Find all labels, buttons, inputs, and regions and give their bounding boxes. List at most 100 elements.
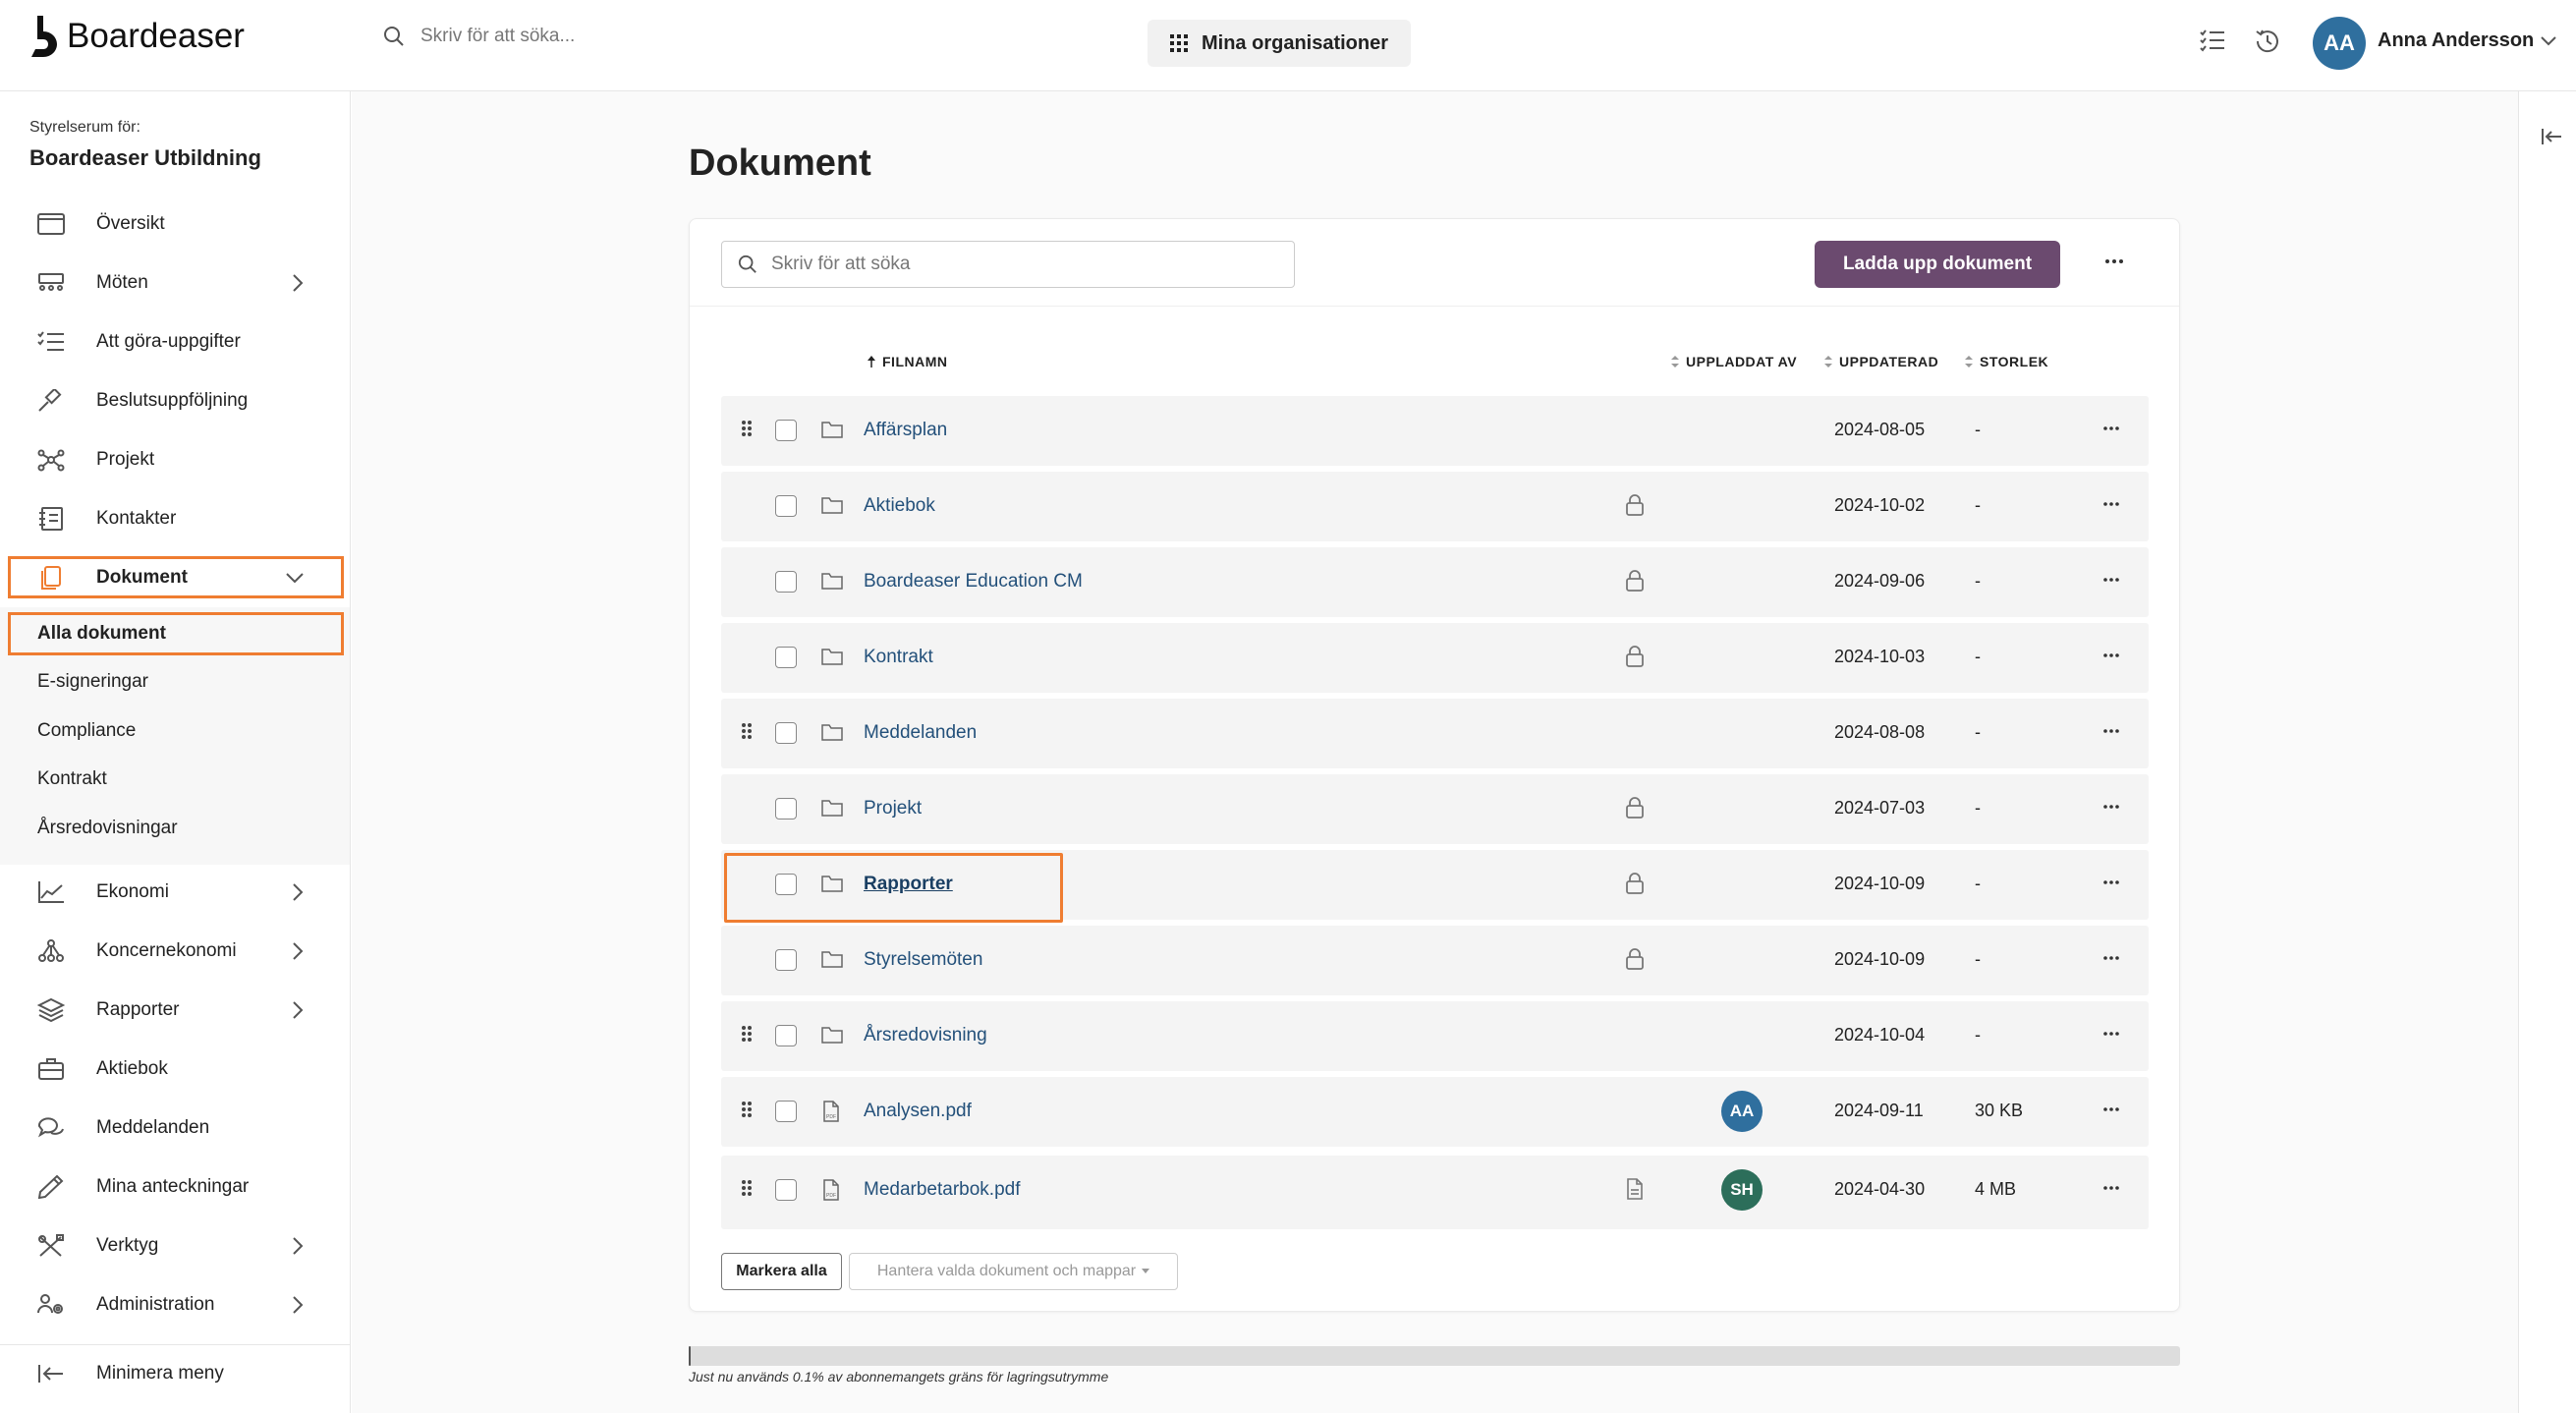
row-checkbox[interactable] xyxy=(775,495,797,517)
row-more-icon[interactable] xyxy=(2103,1106,2119,1112)
drag-handle-icon[interactable] xyxy=(741,1101,753,1118)
sidebar-subitem-alla-dokument[interactable]: Alla dokument xyxy=(8,612,344,655)
storage-bar xyxy=(689,1346,2180,1366)
file-size: - xyxy=(1975,722,1981,742)
table-row[interactable]: Projekt 2024-07-03 - xyxy=(721,774,2149,844)
user-avatar[interactable]: AA xyxy=(2313,17,2366,70)
table-row[interactable]: Affärsplan 2024-08-05 - xyxy=(721,396,2149,466)
file-name-link[interactable]: Medarbetarbok.pdf xyxy=(864,1179,1021,1201)
row-checkbox[interactable] xyxy=(775,1101,797,1122)
sidebar-item-administration[interactable]: Administration xyxy=(8,1283,344,1327)
sidebar-item-projekt[interactable]: Projekt xyxy=(8,438,344,481)
folder-icon xyxy=(821,724,843,741)
uploader-avatar[interactable]: SH xyxy=(1721,1169,1763,1211)
sidebar-item-aktiebok[interactable]: Aktiebok xyxy=(8,1047,344,1091)
sidebar-item-rapporter[interactable]: Rapporter xyxy=(8,989,344,1032)
row-more-icon[interactable] xyxy=(2103,501,2119,507)
column-header-uploaded-by[interactable]: UPPLADDAT AV xyxy=(1670,354,1797,369)
tasks-icon[interactable] xyxy=(2199,28,2226,55)
file-name-link[interactable]: Styrelsemöten xyxy=(864,949,982,971)
drag-handle-icon[interactable] xyxy=(741,420,753,437)
row-more-icon[interactable] xyxy=(2103,804,2119,810)
pdf-file-icon: PDF xyxy=(823,1101,839,1122)
document-search-input[interactable]: Skriv för att söka xyxy=(721,241,1295,288)
row-more-icon[interactable] xyxy=(2103,955,2119,961)
column-header-size[interactable]: STORLEK xyxy=(1964,354,2048,369)
table-row[interactable]: Aktiebok 2024-10-02 - xyxy=(721,472,2149,541)
sidebar-item-oversikt[interactable]: Översikt xyxy=(8,202,344,246)
row-more-icon[interactable] xyxy=(2103,425,2119,431)
chevron-down-icon xyxy=(286,573,304,584)
global-search[interactable]: Skriv för att söka... xyxy=(383,26,575,47)
sidebar-subitem-compliance[interactable]: Compliance xyxy=(8,708,344,752)
sidebar-subitem-arsredovisningar[interactable]: Årsredovisningar xyxy=(8,806,344,849)
more-options-icon[interactable] xyxy=(2104,258,2124,264)
file-name-link[interactable]: Kontrakt xyxy=(864,647,933,668)
file-name-link[interactable]: Projekt xyxy=(864,798,922,820)
row-more-icon[interactable] xyxy=(2103,879,2119,885)
collapse-panel-icon[interactable] xyxy=(2541,127,2562,146)
row-more-icon[interactable] xyxy=(2103,1185,2119,1191)
file-name-link[interactable]: Analysen.pdf xyxy=(864,1101,972,1122)
sidebar-item-label: Beslutsuppföljning xyxy=(96,390,249,411)
sidebar-item-ekonomi[interactable]: Ekonomi xyxy=(8,871,344,914)
table-row[interactable]: Kontrakt 2024-10-03 - xyxy=(721,623,2149,693)
table-row[interactable]: Styrelsemöten 2024-10-09 - xyxy=(721,926,2149,995)
sidebar-item-label: Rapporter xyxy=(96,999,180,1020)
drag-handle-icon[interactable] xyxy=(741,1025,753,1043)
folder-icon xyxy=(821,422,843,438)
row-checkbox[interactable] xyxy=(775,722,797,744)
row-checkbox[interactable] xyxy=(775,1025,797,1046)
history-icon[interactable] xyxy=(2254,28,2281,55)
file-name-link[interactable]: Årsredovisning xyxy=(864,1025,987,1046)
file-name-link[interactable]: Affärsplan xyxy=(864,420,947,441)
sidebar-item-beslut[interactable]: Beslutsuppföljning xyxy=(8,379,344,423)
sidebar-subitem-kontrakt[interactable]: Kontrakt xyxy=(8,757,344,800)
sidebar-item-meddelanden[interactable]: Meddelanden xyxy=(8,1106,344,1150)
row-more-icon[interactable] xyxy=(2103,728,2119,734)
table-row[interactable]: Boardeaser Education CM 2024-09-06 - xyxy=(721,547,2149,617)
manage-selected-dropdown[interactable]: Hantera valda dokument och mappar xyxy=(849,1253,1178,1290)
sidebar-item-kontakter[interactable]: Kontakter xyxy=(8,497,344,540)
sidebar-item-anteckningar[interactable]: Mina anteckningar xyxy=(8,1165,344,1209)
sidebar-item-moten[interactable]: Möten xyxy=(8,261,344,305)
row-checkbox[interactable] xyxy=(775,420,797,441)
hierarchy-icon xyxy=(38,939,64,962)
row-more-icon[interactable] xyxy=(2103,577,2119,583)
sidebar-item-verktyg[interactable]: Verktyg xyxy=(8,1224,344,1268)
sidebar-item-dokument[interactable]: Dokument xyxy=(8,556,344,598)
row-checkbox[interactable] xyxy=(775,571,797,593)
file-name-link[interactable]: Aktiebok xyxy=(864,495,935,517)
tools-icon xyxy=(38,1234,64,1257)
sidebar-subitem-e-signeringar[interactable]: E-signeringar xyxy=(8,659,344,703)
user-name[interactable]: Anna Andersson xyxy=(2378,29,2534,52)
table-row[interactable]: PDF Medarbetarbok.pdf SH 2024-04-30 4 MB xyxy=(721,1156,2149,1229)
uploader-avatar[interactable]: AA xyxy=(1721,1091,1763,1132)
row-checkbox[interactable] xyxy=(775,1179,797,1201)
row-checkbox[interactable] xyxy=(775,798,797,820)
logo[interactable]: Boardeaser xyxy=(28,16,245,57)
row-more-icon[interactable] xyxy=(2103,652,2119,658)
drag-handle-icon[interactable] xyxy=(741,722,753,740)
table-row[interactable]: Meddelanden 2024-08-08 - xyxy=(721,699,2149,768)
minimize-menu-button[interactable]: Minimera meny xyxy=(8,1352,344,1395)
sidebar-item-todo[interactable]: Att göra-uppgifter xyxy=(8,320,344,364)
drag-handle-icon[interactable] xyxy=(741,1179,753,1197)
select-all-button[interactable]: Markera alla xyxy=(721,1253,842,1290)
upload-document-button[interactable]: Ladda upp dokument xyxy=(1815,241,2060,288)
file-name-link[interactable]: Meddelanden xyxy=(864,722,977,744)
row-checkbox[interactable] xyxy=(775,949,797,971)
table-row[interactable]: PDF Analysen.pdf AA 2024-09-11 30 KB xyxy=(721,1077,2149,1147)
page-title: Dokument xyxy=(689,142,871,184)
file-name-link[interactable]: Boardeaser Education CM xyxy=(864,571,1083,593)
table-row[interactable]: Årsredovisning 2024-10-04 - xyxy=(721,1001,2149,1071)
folder-icon xyxy=(821,649,843,665)
updated-date: 2024-10-09 xyxy=(1834,949,1926,969)
chevron-down-icon[interactable] xyxy=(2540,35,2557,47)
my-organizations-button[interactable]: Mina organisationer xyxy=(1148,20,1411,67)
row-more-icon[interactable] xyxy=(2103,1031,2119,1037)
sidebar-item-koncernekonomi[interactable]: Koncernekonomi xyxy=(8,930,344,973)
row-checkbox[interactable] xyxy=(775,647,797,668)
column-header-filename[interactable]: FILNAMN xyxy=(867,354,948,369)
column-header-updated[interactable]: UPPDATERAD xyxy=(1823,354,1938,369)
